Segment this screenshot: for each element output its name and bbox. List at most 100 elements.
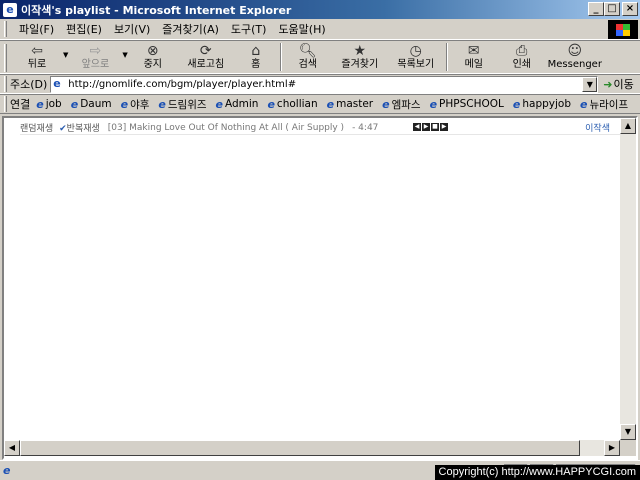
menu-help[interactable]: 도움말(H) — [272, 21, 331, 37]
link-daum[interactable]: e Daum — [71, 98, 112, 111]
links-label: 연결 — [10, 98, 31, 111]
window-controls: _ □ × — [588, 2, 638, 16]
ie-link-icon: e — [267, 97, 275, 111]
toolbar-grip[interactable] — [4, 44, 7, 72]
link-phpschool[interactable]: e PHPSCHOOL — [430, 98, 504, 111]
repeat-play-toggle[interactable]: ✔반복재생 — [59, 121, 100, 134]
page-viewport: 랜덤재생 ✔반복재생 [03] Making Love Out Of Nothi… — [2, 116, 638, 460]
back-arrow-icon: ⇦ — [31, 43, 43, 59]
address-label: 주소(D) — [10, 78, 48, 91]
back-button[interactable]: ⇦ 뒤로 — [11, 43, 63, 73]
messenger-icon: ☺ — [567, 43, 583, 59]
menu-tools[interactable]: 도구(T) — [225, 21, 273, 37]
window-titlebar[interactable]: e 이작색's playlist - Microsoft Internet Ex… — [0, 0, 640, 19]
menu-edit[interactable]: 편집(E) — [60, 21, 108, 37]
go-arrow-icon: ➜ — [603, 77, 613, 91]
link-yahoo[interactable]: e 야후 — [121, 97, 150, 112]
track-time: - 4:47 — [352, 122, 379, 133]
stop-icon: ⊗ — [146, 43, 159, 59]
scroll-up-icon[interactable]: ▲ — [620, 118, 636, 134]
scroll-right-icon[interactable]: ▶ — [604, 440, 620, 456]
minimize-button[interactable]: _ — [588, 2, 604, 16]
stop-icon[interactable]: ■ — [431, 123, 439, 131]
mail-icon: ✉ — [467, 43, 480, 59]
link-chollian[interactable]: e chollian — [267, 98, 317, 111]
scroll-left-icon[interactable]: ◀ — [4, 440, 20, 456]
address-dropdown-icon[interactable]: ▼ — [582, 76, 598, 92]
mail-button[interactable]: ✉ 메일 — [450, 43, 498, 73]
close-button[interactable]: × — [622, 2, 638, 16]
link-job[interactable]: e job — [36, 98, 61, 111]
printer-icon: ⎙ — [516, 43, 528, 59]
history-icon: ◷ — [409, 43, 422, 59]
ie-icon: e — [3, 2, 17, 17]
player-bar: 랜덤재생 ✔반복재생 [03] Making Love Out Of Nothi… — [20, 121, 620, 135]
history-button[interactable]: ◷ 목록보기 — [388, 43, 444, 73]
menubar-grip[interactable] — [4, 21, 7, 37]
home-button[interactable]: ⌂ 홈 — [234, 43, 278, 73]
ie-link-icon: e — [512, 97, 521, 111]
check-icon: ✔ — [59, 124, 67, 134]
ie-link-icon: e — [580, 97, 588, 111]
link-empas[interactable]: e 엠파스 — [382, 97, 420, 112]
ie-link-icon: e — [70, 97, 79, 111]
address-input[interactable]: e http://gnomlife.com/bgm/player/player.… — [50, 75, 599, 93]
favorites-icon: ★ — [353, 43, 367, 59]
current-track: [03] Making Love Out Of Nothing At All (… — [107, 122, 345, 133]
link-admin[interactable]: e Admin — [216, 98, 259, 111]
ie-link-icon: e — [215, 97, 223, 111]
ie-link-icon: e — [36, 97, 44, 111]
menu-view[interactable]: 보기(V) — [108, 21, 156, 37]
maximize-button[interactable]: □ — [604, 2, 620, 16]
player-controls: ◀ ▶ ■ ▶ — [413, 123, 448, 131]
go-button[interactable]: ➜ 이동 — [603, 76, 633, 92]
menu-bar: 파일(F) 편집(E) 보기(V) 즐겨찾기(A) 도구(T) 도움말(H) — [0, 19, 640, 40]
link-newlife[interactable]: e 뉴라이프 — [580, 97, 628, 112]
menu-file[interactable]: 파일(F) — [13, 21, 60, 37]
search-icon: 🔍︎ — [298, 43, 317, 59]
ie-link-icon: e — [120, 97, 129, 111]
playlist-owner-link[interactable]: 이작색 — [585, 121, 610, 134]
ie-link-icon: e — [429, 97, 438, 111]
window-title: 이작색's playlist - Microsoft Internet Expl… — [21, 3, 292, 17]
forward-button[interactable]: ⇨ 앞으로 — [68, 43, 122, 73]
copyright-overlay: Copyright(c) http://www.HAPPYCGI.com — [434, 465, 640, 480]
link-dreamwiz[interactable]: e 드림위즈 — [158, 97, 206, 112]
horizontal-scroll-thumb[interactable] — [20, 440, 580, 456]
page-status-icon: e — [3, 464, 11, 477]
links-bar: 연결 e job e Daum e 야후 e 드림위즈 e Admin e chollian… — [0, 94, 640, 114]
next-track-icon[interactable]: ▶ — [440, 123, 448, 131]
ie-link-icon: e — [326, 97, 335, 111]
windows-logo-icon — [608, 20, 638, 39]
horizontal-scrollbar[interactable]: ◀ ▶ — [4, 440, 620, 456]
addressbar-grip[interactable] — [4, 76, 7, 92]
random-play-toggle[interactable]: 랜덤재생 — [20, 121, 53, 134]
link-master[interactable]: e master — [327, 98, 374, 111]
link-happyjob[interactable]: e happyjob — [513, 98, 571, 111]
vertical-scrollbar[interactable]: ▲ ▼ — [620, 118, 636, 440]
menu-favorites[interactable]: 즐겨찾기(A) — [156, 21, 225, 37]
refresh-icon: ⟳ — [199, 43, 212, 59]
stop-button[interactable]: ⊗ 중지 — [128, 43, 178, 73]
toolbar-separator — [279, 43, 282, 71]
address-bar: 주소(D) e http://gnomlife.com/bgm/player/p… — [0, 74, 640, 94]
address-url[interactable]: http://gnomlife.com/bgm/player/player.ht… — [68, 79, 296, 90]
refresh-button[interactable]: ⟳ 새로고침 — [178, 43, 234, 73]
toolbar-separator — [445, 43, 448, 71]
messenger-button[interactable]: ☺ Messenger — [546, 43, 604, 73]
page-icon: e — [53, 77, 61, 90]
play-icon[interactable]: ▶ — [422, 123, 430, 131]
forward-arrow-icon: ⇨ — [89, 43, 102, 59]
ie-link-icon: e — [382, 97, 390, 111]
home-icon: ⌂ — [251, 43, 261, 59]
scroll-corner — [620, 440, 636, 456]
search-button[interactable]: 🔍︎ 검색 — [284, 43, 332, 73]
ie-link-icon: e — [158, 97, 166, 111]
prev-track-icon[interactable]: ◀ — [413, 123, 421, 131]
favorites-button[interactable]: ★ 즐겨찾기 — [332, 43, 388, 73]
print-button[interactable]: ⎙ 인쇄 — [498, 43, 546, 73]
player-divider — [20, 134, 624, 135]
scroll-down-icon[interactable]: ▼ — [620, 424, 636, 440]
standard-toolbar: ⇦ 뒤로 ▼ ⇨ 앞으로 ▼ ⊗ 중지 ⟳ 새로고침 ⌂ 홈 🔍︎ 검색 ★ 즐… — [0, 40, 640, 74]
linksbar-grip[interactable] — [4, 96, 7, 112]
